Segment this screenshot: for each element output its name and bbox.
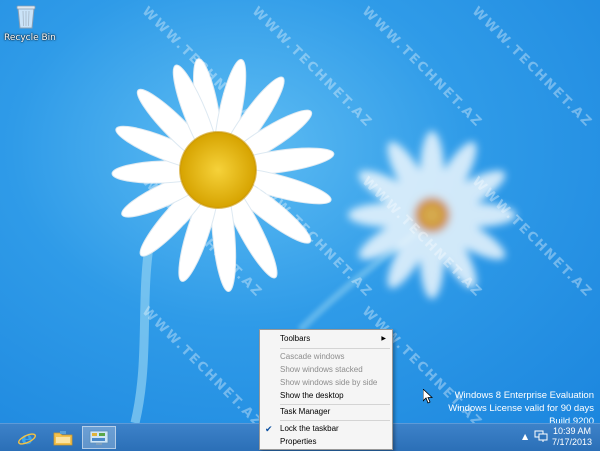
menu-item-cascade-windows[interactable]: Cascade windows [260, 351, 392, 363]
menu-item-label: Lock the taskbar [280, 424, 339, 433]
menu-separator [280, 348, 390, 349]
recycle-bin-label: Recycle Bin [4, 33, 56, 43]
clock-time: 10:39 AM [553, 426, 592, 436]
taskbar-context-menu: Toolbars ▶ Cascade windows Show windows … [259, 329, 393, 450]
menu-item-label: Toolbars [280, 334, 311, 343]
control-panel-icon [89, 430, 109, 445]
menu-item-show-windows-side-by-side[interactable]: Show windows side by side [260, 377, 392, 389]
clock-date: 7/17/2013 [552, 437, 593, 447]
folder-icon [53, 430, 73, 445]
edition-text: Windows 8 Enterprise Evaluation [454, 390, 594, 401]
menu-item-label: Task Manager [280, 407, 331, 416]
taskbar-file-explorer[interactable] [46, 426, 80, 449]
menu-item-show-the-desktop[interactable]: Show the desktop [260, 390, 392, 402]
menu-item-label: Show windows stacked [280, 365, 363, 374]
recycle-bin-icon [16, 5, 36, 29]
menu-item-task-manager[interactable]: Task Manager [260, 406, 392, 418]
menu-item-lock-the-taskbar[interactable]: ✔ Lock the taskbar [260, 423, 392, 435]
menu-item-show-windows-stacked[interactable]: Show windows stacked [260, 364, 392, 376]
build-text: Build 9200 [549, 416, 594, 423]
checkmark-icon: ✔ [265, 424, 273, 434]
menu-item-label: Show windows side by side [280, 378, 378, 387]
menu-item-label: Cascade windows [280, 352, 345, 361]
windows-build-info: Windows 8 Enterprise Evaluation Windows … [448, 389, 594, 423]
submenu-arrow-icon: ▶ [381, 336, 386, 342]
menu-separator [280, 420, 390, 421]
menu-item-properties[interactable]: Properties [260, 436, 392, 448]
taskbar-internet-explorer[interactable]: e [10, 426, 44, 449]
network-icon[interactable] [534, 429, 548, 443]
taskbar-control-panel[interactable] [82, 426, 116, 449]
menu-item-toolbars[interactable]: Toolbars ▶ [260, 333, 392, 345]
taskbar-clock[interactable]: 10:39 AM 7/17/2013 [552, 426, 592, 448]
ie-icon: e [18, 428, 36, 448]
mouse-cursor-icon [423, 389, 433, 404]
show-hidden-icons-icon[interactable]: ▲ [522, 432, 528, 441]
menu-separator [280, 404, 390, 405]
license-text: Windows License valid for 90 days [448, 403, 594, 414]
menu-item-label: Properties [280, 437, 317, 446]
recycle-bin-shortcut[interactable]: Recycle Bin [4, 3, 56, 43]
menu-item-label: Show the desktop [280, 391, 344, 400]
